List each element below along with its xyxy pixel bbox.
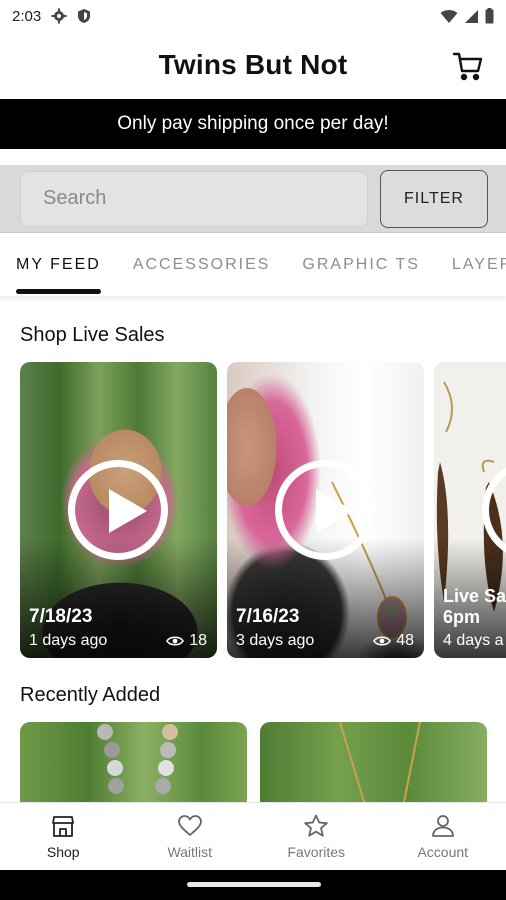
filter-button-label: FILTER: [404, 189, 464, 207]
bead-necklace-image: [97, 724, 178, 794]
views-count: 18: [189, 632, 207, 649]
chain-necklace-image: [339, 722, 421, 802]
live-sale-date: 7/18/23: [29, 606, 93, 627]
live-sales-title: Shop Live Sales: [20, 324, 165, 346]
tab-label: LAYER: [451, 256, 506, 273]
recently-added-carousel[interactable]: [20, 722, 506, 802]
live-sales-carousel[interactable]: 7/18/23 1 days ago 18 7/16/23 3 days ago: [20, 362, 506, 658]
shield-icon: [78, 9, 91, 23]
nav-waitlist[interactable]: Waitlist: [127, 803, 254, 870]
person-icon: [431, 815, 454, 837]
filter-button[interactable]: FILTER: [380, 169, 488, 228]
live-sale-title-line2: 6pm: [443, 607, 481, 627]
status-time: 2:03: [12, 7, 42, 25]
tab-layer[interactable]: LAYER: [436, 234, 506, 296]
views-count: 48: [396, 632, 414, 649]
nav-label: Shop: [46, 844, 80, 860]
live-sale-card[interactable]: Live Sa 6pm 4 days a: [434, 362, 506, 658]
eye-icon: [373, 636, 392, 646]
live-sale-ago: 4 days a: [443, 632, 504, 649]
tab-accessories[interactable]: ACCESSORIES: [117, 234, 287, 296]
live-sale-ago: 1 days ago: [29, 632, 108, 649]
wifi-icon: [440, 9, 458, 23]
bottom-navigation: Shop Waitlist Favorites Account: [0, 802, 506, 870]
nav-shop[interactable]: Shop: [0, 803, 127, 870]
heart-icon: [177, 815, 202, 836]
app-title: Twins But Not: [158, 49, 348, 80]
category-tabs: MY FEED ACCESSORIES GRAPHIC TS LAYER: [0, 234, 506, 296]
tab-label: GRAPHIC TS: [302, 256, 420, 273]
app-header: Twins But Not: [0, 32, 506, 98]
nav-label: Favorites: [287, 844, 346, 860]
live-sale-card[interactable]: 7/16/23 3 days ago 48: [227, 362, 424, 658]
battery-icon: [485, 8, 494, 24]
tab-my-feed[interactable]: MY FEED: [0, 234, 117, 296]
search-input[interactable]: Search: [20, 170, 368, 227]
nav-favorites[interactable]: Favorites: [253, 803, 380, 870]
search-bar-area: Search FILTER: [0, 165, 506, 233]
tab-graphic-ts[interactable]: GRAPHIC TS: [286, 234, 436, 296]
star-icon: [304, 814, 328, 837]
tab-label: ACCESSORIES: [132, 256, 271, 273]
settings-gear-icon: [51, 8, 67, 24]
nav-label: Waitlist: [167, 844, 213, 860]
live-sale-ago: 3 days ago: [236, 632, 315, 649]
system-gesture-bar: [0, 870, 506, 900]
search-placeholder: Search: [43, 187, 107, 209]
live-sale-title: Live Sa 6pm: [443, 586, 506, 628]
promo-banner: Only pay shipping once per day!: [0, 99, 506, 149]
product-card[interactable]: [260, 722, 487, 802]
eye-icon: [166, 636, 185, 646]
live-sale-date: 7/16/23: [236, 606, 300, 627]
live-sale-views: 48: [373, 632, 414, 650]
store-icon: [52, 816, 75, 837]
play-icon[interactable]: [275, 460, 375, 560]
cart-button[interactable]: [452, 50, 484, 82]
live-sale-views: 18: [166, 632, 207, 650]
status-bar: 2:03: [0, 0, 506, 32]
nav-account[interactable]: Account: [380, 803, 506, 870]
play-icon[interactable]: [68, 460, 168, 560]
live-sale-card[interactable]: 7/18/23 1 days ago 18: [20, 362, 217, 658]
cart-icon: [452, 52, 483, 81]
tab-label: MY FEED: [16, 256, 101, 273]
live-sale-title-line1: Live Sa: [443, 586, 506, 606]
promo-text: Only pay shipping once per day!: [117, 113, 389, 134]
nav-label: Account: [417, 844, 469, 860]
signal-icon: [465, 9, 478, 23]
home-gesture-handle[interactable]: [187, 882, 321, 887]
recently-added-title: Recently Added: [20, 684, 161, 706]
product-card[interactable]: [20, 722, 247, 802]
